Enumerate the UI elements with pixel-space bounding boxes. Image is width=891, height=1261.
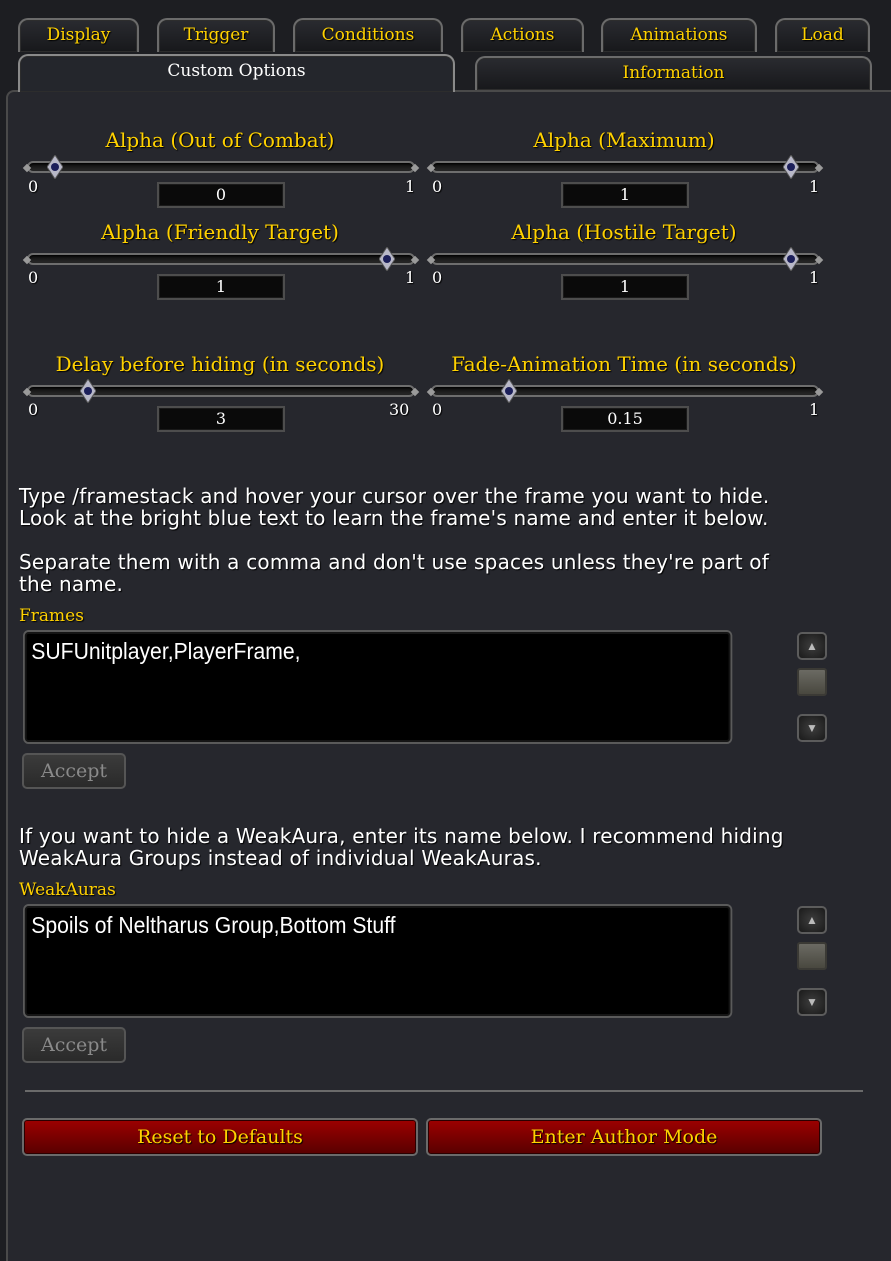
scrollbar-thumb[interactable] [797, 942, 827, 970]
scroll-down-icon[interactable]: ▼ [797, 988, 827, 1016]
slider-max-label: 1 [405, 177, 416, 196]
instructions-text: Type /framestack and hover your cursor o… [19, 485, 839, 529]
slider-min-label: 0 [28, 177, 39, 196]
slider-value-input[interactable]: 1 [157, 274, 285, 300]
slider-label-alpha-out-of-combat: Alpha (Out of Combat) [105, 128, 335, 152]
slider-delay-before-hiding[interactable] [27, 378, 415, 404]
slider-min-label: 0 [432, 400, 443, 419]
weakauras-input[interactable]: Spoils of Neltharus Group,Bottom Stuff [23, 904, 733, 1018]
tab-custom-options[interactable]: Custom Options [18, 54, 455, 92]
slider-max-label: 1 [809, 268, 820, 287]
scroll-down-icon[interactable]: ▼ [797, 714, 827, 742]
slider-max-label: 1 [405, 268, 416, 287]
frames-accept-button[interactable]: Accept [22, 753, 126, 789]
weakauras-label: WeakAuras [19, 880, 116, 900]
weakaura-instructions: If you want to hide a WeakAura, enter it… [19, 825, 839, 869]
slider-thumb[interactable] [79, 378, 97, 404]
reset-to-defaults-button[interactable]: Reset to Defaults [22, 1118, 418, 1156]
slider-label-alpha-hostile-target: Alpha (Hostile Target) [511, 220, 737, 244]
tab-trigger[interactable]: Trigger [157, 18, 275, 52]
slider-fade-animation-time[interactable] [431, 378, 819, 404]
slider-min-label: 0 [28, 268, 39, 287]
instructions-line: Separate them with a comma and don't use… [19, 550, 769, 574]
scroll-up-icon[interactable]: ▲ [797, 906, 827, 934]
slider-min-label: 0 [432, 177, 443, 196]
tab-actions[interactable]: Actions [461, 18, 584, 52]
slider-value-input[interactable]: 1 [561, 182, 689, 208]
instructions-line: Type /framestack and hover your cursor o… [19, 484, 770, 508]
slider-alpha-friendly-target[interactable] [27, 246, 415, 272]
slider-thumb[interactable] [782, 154, 800, 180]
scroll-up-icon[interactable]: ▲ [797, 632, 827, 660]
frames-label: Frames [19, 606, 84, 626]
slider-value-input[interactable]: 1 [561, 274, 689, 300]
slider-label-fade-animation-time: Fade-Animation Time (in seconds) [451, 352, 797, 376]
separator-instructions: Separate them with a comma and don't use… [19, 551, 839, 595]
slider-alpha-hostile-target[interactable] [431, 246, 819, 272]
tab-animations[interactable]: Animations [601, 18, 757, 52]
slider-min-label: 0 [432, 268, 443, 287]
slider-max-label: 1 [809, 177, 820, 196]
slider-value-input[interactable]: 3 [157, 406, 285, 432]
instructions-line: If you want to hide a WeakAura, enter it… [19, 824, 784, 848]
slider-thumb[interactable] [46, 154, 64, 180]
slider-thumb[interactable] [378, 246, 396, 272]
enter-author-mode-button[interactable]: Enter Author Mode [426, 1118, 822, 1156]
frames-input-text: SUFUnitplayer,PlayerFrame, [31, 638, 301, 664]
slider-max-label: 1 [809, 400, 820, 419]
slider-alpha-maximum[interactable] [431, 154, 819, 180]
slider-label-alpha-friendly-target: Alpha (Friendly Target) [101, 220, 339, 244]
slider-alpha-out-of-combat[interactable] [27, 154, 415, 180]
slider-min-label: 0 [28, 400, 39, 419]
tab-display[interactable]: Display [18, 18, 139, 52]
slider-thumb[interactable] [500, 378, 518, 404]
tab-conditions[interactable]: Conditions [293, 18, 443, 52]
instructions-line: the name. [19, 572, 124, 596]
divider [25, 1090, 863, 1092]
slider-thumb[interactable] [782, 246, 800, 272]
slider-value-input[interactable]: 0 [157, 182, 285, 208]
tab-information[interactable]: Information [475, 56, 872, 90]
slider-value-input[interactable]: 0.15 [561, 406, 689, 432]
slider-label-delay-before-hiding: Delay before hiding (in seconds) [55, 352, 385, 376]
scrollbar-thumb[interactable] [797, 668, 827, 696]
instructions-line: Look at the bright blue text to learn th… [19, 506, 769, 530]
slider-label-alpha-maximum: Alpha (Maximum) [533, 128, 715, 152]
instructions-line: WeakAura Groups instead of individual We… [19, 846, 542, 870]
slider-max-label: 30 [389, 400, 410, 419]
tab-load[interactable]: Load [775, 18, 870, 52]
weakauras-input-text: Spoils of Neltharus Group,Bottom Stuff [31, 912, 396, 938]
weakauras-accept-button[interactable]: Accept [22, 1027, 126, 1063]
frames-input[interactable]: SUFUnitplayer,PlayerFrame, [23, 630, 733, 744]
